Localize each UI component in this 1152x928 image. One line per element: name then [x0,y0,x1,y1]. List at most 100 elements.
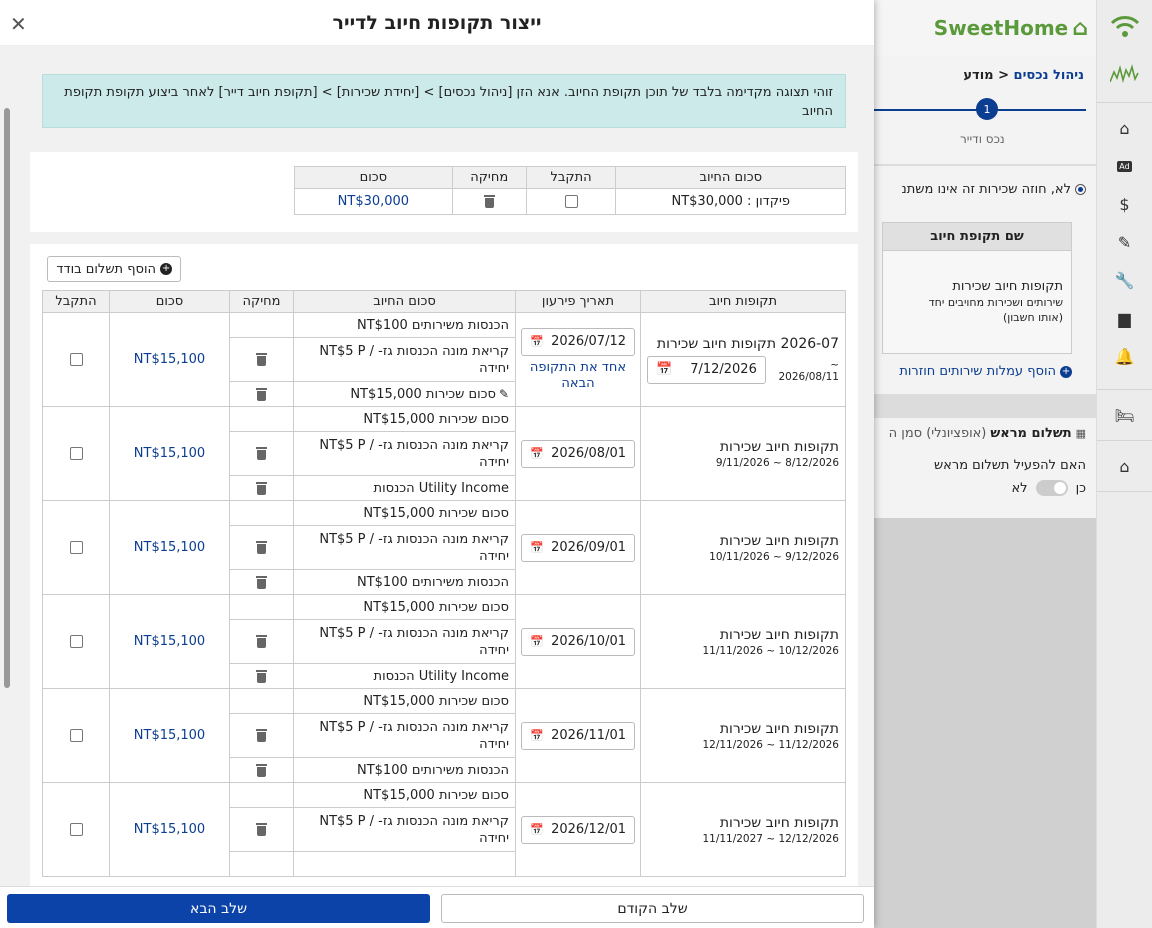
charge-item: הכנסות משירותים NT$100 [293,757,516,783]
scrollbar[interactable] [4,108,10,688]
trash-icon[interactable] [256,635,267,648]
period-name-table: שם תקופת חיוב תקופות חיוב שכירות שירותים… [882,222,1072,354]
received-checkbox[interactable] [69,447,83,460]
previous-step-button[interactable]: שלב הקודם [441,894,864,923]
table-row: 2026-07 תקופות חיוב שכירות ~ 2026/08/11 … [42,312,846,407]
charge-item: קריאת מונה הכנסות גז- / NT$5 P יחידה [293,431,516,476]
trash-icon[interactable] [256,823,267,836]
period-start-date-input[interactable]: 📅 7/12/2026 [647,355,766,384]
trash-icon[interactable] [256,541,267,554]
table-row: תקופות חיוב שכירות 11/12/2026 ~ 12/11/20… [42,688,846,783]
prepay-title: תשלום מראש [990,426,1072,441]
contract-icon[interactable]: ✎ [1097,223,1152,261]
received-checkbox[interactable] [69,635,83,648]
trash-icon[interactable] [483,195,495,208]
wrench-icon[interactable]: 🔧 [1097,261,1152,299]
contract-panel: לא, חוזה שכירות זה אינו משתנ שם תקופת חי… [874,166,1096,394]
trash-icon[interactable] [256,575,267,589]
bell-icon[interactable]: 🔔 [1097,337,1152,375]
prepay-toggle-row: כן לא [1011,480,1086,496]
period-title: תקופות חיוב שכירות [719,720,839,737]
trash-icon[interactable] [256,387,267,401]
billing-periods-modal: ייצור תקופות חיוב לדייר ✕ זוהי תצוגה מקד… [0,0,874,928]
calendar-icon: 📅 [656,362,673,377]
period-cell: 2026-07 תקופות חיוב שכירות ~ 2026/08/11 … [640,312,846,407]
period-name-sub2: (אותו חשבון) [1003,311,1063,324]
bar-chart-icon[interactable]: ▆ [1097,299,1152,337]
due-date-input[interactable]: 📅 2026/12/01 [521,815,635,844]
period-title: תקופות חיוב שכירות [719,626,839,643]
table-row: תקופות חיוב שכירות 9/12/2026 ~ 10/11/202… [42,500,846,595]
stepper-panel: ניהול נכסים < מודע 1 נכס ודייר [874,56,1096,164]
charge-item: Utility Income הכנסות [293,475,516,501]
charge-item: Utility Income הכנסות [293,663,516,689]
next-step-button[interactable]: שלב הבא [7,894,430,923]
charge-item-editable: ✎סכום שכירות NT$15,000 [293,381,516,407]
charge-item: סכום שכירות NT$15,000 [293,500,516,526]
charge-item: סכום שכירות NT$15,000 [293,782,516,808]
due-date: 2026/11/01 [551,728,626,743]
deposit-received-checkbox[interactable] [564,195,578,208]
calendar-icon: 📅 [530,541,544,554]
close-icon[interactable]: ✕ [10,12,27,36]
received-checkbox[interactable] [69,353,83,366]
radio-label: לא, חוזה שכירות זה אינו משתנ [901,182,1071,197]
header-delete: מחיקה [229,290,294,313]
trash-icon[interactable] [256,353,267,366]
logo-text: SweetHome [933,16,1069,40]
wifi-icon [1097,0,1152,52]
deposit-header-item: סכום החיוב [615,166,846,189]
home-icon[interactable]: ⌂ [1097,109,1152,147]
due-date: 2026/12/01 [551,822,626,837]
charge-item: קריאת מונה הכנסות גז- / NT$5 P יחידה [293,713,516,758]
charge-item: קריאת מונה הכנסות גז- / NT$5 P יחידה [293,619,516,664]
trash-icon[interactable] [256,481,267,495]
due-date-input[interactable]: 📅 2026/08/01 [521,439,635,468]
period-title: תקופות חיוב שכירות [719,532,839,549]
period-cell: תקופות חיוב שכירות 8/12/2026 ~ 9/11/2026 [640,406,846,501]
background-dim [874,518,1096,928]
prepay-question: האם להפעיל תשלום מראש [933,458,1086,473]
due-date-input[interactable]: 📅 2026/07/12 [521,327,635,356]
prepay-toggle[interactable] [1035,480,1068,496]
due-date-input[interactable]: 📅 2026/10/01 [521,627,635,656]
period-dates: 9/12/2026 ~ 10/11/2026 [709,550,839,563]
period-title: תקופות חיוב שכירות [719,814,839,831]
period-name-sub: שירותים ושכירות מחויבים יחד [928,296,1063,309]
house-icon[interactable]: ⌂ [1097,447,1152,485]
deposit-header-delete: מחיקה [451,166,527,189]
received-checkbox[interactable] [69,823,83,836]
due-date-input[interactable]: 📅 2026/11/01 [521,721,635,750]
calendar-icon: 📅 [530,729,544,742]
prepay-title-row: ▦ תשלום מראש (אופציונלי) סמן ה [889,426,1086,441]
merge-next-period-link[interactable]: אחד את התקופה הבאה [516,360,640,392]
period-amount: NT$15,100 [109,312,230,407]
trash-icon[interactable] [256,763,267,777]
due-date-input[interactable]: 📅 2026/09/01 [521,533,635,562]
header-period: תקופות חיוב [640,290,846,313]
add-recurring-fees-label: הוסף עמלות שירותים חוזרות [899,364,1056,379]
received-checkbox[interactable] [69,541,83,554]
radio-icon[interactable] [1075,184,1086,195]
step-label: נכס ודייר [960,132,1005,146]
dollar-icon[interactable]: $ [1097,185,1152,223]
breadcrumb-link[interactable]: ניהול נכסים [1014,68,1084,83]
received-checkbox[interactable] [69,729,83,742]
ad-icon[interactable]: Ad [1097,147,1152,185]
breadcrumb: ניהול נכסים < מודע [874,68,1096,83]
deposit-panel: סכום החיוב התקבל מחיקה סכום פיקדון : NT$… [30,152,858,232]
bed-icon[interactable]: 🛏 [1097,396,1152,434]
trash-icon[interactable] [256,447,267,460]
trash-icon[interactable] [256,669,267,683]
radio-row[interactable]: לא, חוזה שכירות זה אינו משתנ [902,182,1086,197]
plus-circle-icon: + [1060,365,1072,378]
add-recurring-fees-link[interactable]: + הוסף עמלות שירותים חוזרות [899,364,1072,379]
add-single-payment-button[interactable]: + הוסף תשלום בודד [47,256,181,282]
due-cell: 📅 2026/07/12 אחד את התקופה הבאה [515,312,641,407]
charge-item: קריאת מונה הכנסות גז- / NT$5 P יחידה [293,337,516,382]
pencil-icon[interactable]: ✎ [499,387,509,401]
period-cell: תקופות חיוב שכירות 9/12/2026 ~ 10/11/202… [640,500,846,595]
trash-icon[interactable] [256,729,267,742]
charge-item: קריאת מונה הכנסות גז- / NT$5 P יחידה [293,807,516,852]
prepay-yes-label: כן [1075,480,1086,496]
